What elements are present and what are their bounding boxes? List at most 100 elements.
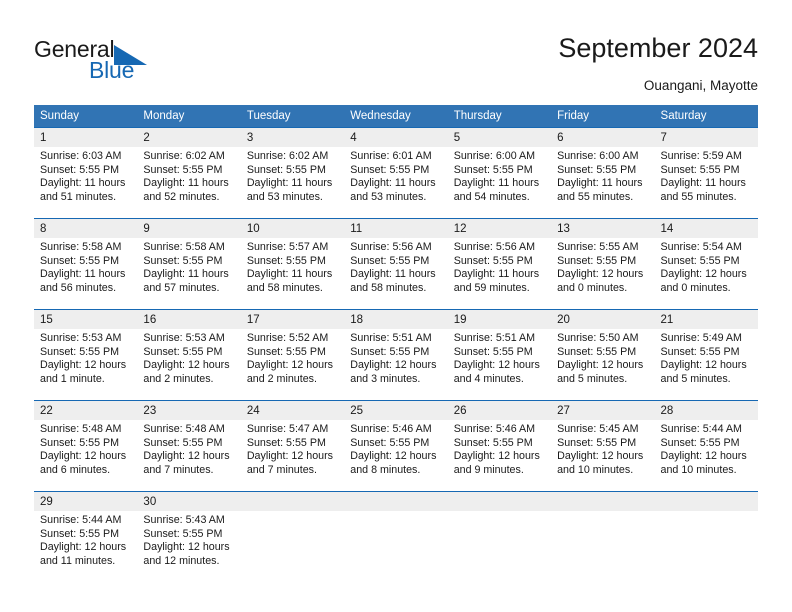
day-number: 18 [344, 310, 448, 329]
sunrise-text: Sunrise: 6:00 AM [453, 150, 536, 162]
sunrise-text: Sunrise: 5:52 AM [246, 332, 329, 344]
daylight-text-line2: and 3 minutes. [350, 372, 421, 385]
sunrise-text: Sunrise: 5:45 AM [557, 423, 639, 435]
calendar-day-cell[interactable]: 19 Sunrise: 5:51 AM Sunset: 5:55 PM Dayl… [447, 309, 552, 394]
day-number: 9 [137, 219, 241, 238]
calendar-day-cell[interactable]: 15 Sunrise: 5:53 AM Sunset: 5:55 PM Dayl… [34, 309, 138, 394]
calendar-day-cell[interactable]: 20 Sunrise: 5:50 AM Sunset: 5:55 PM Dayl… [551, 309, 655, 394]
calendar-day-cell[interactable]: 2 Sunrise: 6:02 AM Sunset: 5:55 PM Dayli… [137, 127, 241, 212]
day-number: 25 [344, 401, 448, 420]
day-details: Sunrise: 5:58 AM Sunset: 5:55 PM Dayligh… [34, 238, 137, 295]
day-number [344, 492, 448, 511]
general-blue-logo[interactable]: General Blue [34, 36, 164, 84]
daylight-text-line2: and 12 minutes. [143, 554, 220, 567]
day-details [551, 511, 654, 514]
daylight-text-line1: Daylight: 11 hours [143, 177, 229, 190]
sunset-text: Sunset: 5:55 PM [143, 527, 223, 540]
calendar-day-cell[interactable]: 22 Sunrise: 5:48 AM Sunset: 5:55 PM Dayl… [34, 400, 138, 485]
daylight-text-line2: and 10 minutes. [660, 463, 737, 476]
day-details: Sunrise: 6:01 AM Sunset: 5:55 PM Dayligh… [344, 147, 447, 204]
day-details: Sunrise: 6:03 AM Sunset: 5:55 PM Dayligh… [34, 147, 137, 204]
calendar-day-cell[interactable]: 18 Sunrise: 5:51 AM Sunset: 5:55 PM Dayl… [344, 309, 448, 394]
sunset-text: Sunset: 5:55 PM [143, 254, 223, 267]
calendar-week-row: 1 Sunrise: 6:03 AM Sunset: 5:55 PM Dayli… [34, 127, 758, 212]
sunrise-text: Sunrise: 5:55 AM [557, 241, 639, 253]
logo-secondary-text: Blue [89, 57, 135, 83]
calendar-day-cell[interactable]: 26 Sunrise: 5:46 AM Sunset: 5:55 PM Dayl… [447, 400, 552, 485]
daylight-text-line1: Daylight: 12 hours [143, 359, 230, 372]
sunset-text: Sunset: 5:55 PM [246, 254, 326, 267]
calendar-day-cell[interactable]: 30 Sunrise: 5:43 AM Sunset: 5:55 PM Dayl… [137, 491, 241, 576]
sunrise-text: Sunrise: 6:02 AM [246, 150, 329, 162]
sunset-text: Sunset: 5:55 PM [246, 163, 326, 176]
calendar-day-cell[interactable]: 8 Sunrise: 5:58 AM Sunset: 5:55 PM Dayli… [34, 218, 138, 303]
sunrise-text: Sunrise: 5:53 AM [40, 332, 122, 344]
sunrise-text: Sunrise: 5:58 AM [40, 241, 122, 253]
page-header: General Blue September 2024 Ouangani, Ma… [0, 0, 792, 100]
calendar-day-cell[interactable]: 5 Sunrise: 6:00 AM Sunset: 5:55 PM Dayli… [447, 127, 552, 212]
calendar-grid: Sunday Monday Tuesday Wednesday Thursday… [34, 105, 758, 576]
calendar-day-cell-empty [447, 491, 552, 576]
sunset-text: Sunset: 5:55 PM [453, 436, 533, 449]
calendar-day-cell[interactable]: 21 Sunrise: 5:49 AM Sunset: 5:55 PM Dayl… [654, 309, 758, 394]
daylight-text-line1: Daylight: 12 hours [660, 450, 747, 463]
calendar-day-cell[interactable]: 17 Sunrise: 5:52 AM Sunset: 5:55 PM Dayl… [240, 309, 345, 394]
day-details: Sunrise: 5:57 AM Sunset: 5:55 PM Dayligh… [241, 238, 344, 295]
calendar-day-cell[interactable]: 6 Sunrise: 6:00 AM Sunset: 5:55 PM Dayli… [551, 127, 655, 212]
day-details: Sunrise: 6:00 AM Sunset: 5:55 PM Dayligh… [551, 147, 654, 204]
daylight-text-line1: Daylight: 12 hours [40, 541, 127, 554]
day-details: Sunrise: 5:56 AM Sunset: 5:55 PM Dayligh… [344, 238, 447, 295]
calendar-day-cell[interactable]: 14 Sunrise: 5:54 AM Sunset: 5:55 PM Dayl… [654, 218, 758, 303]
calendar-day-cell[interactable]: 13 Sunrise: 5:55 AM Sunset: 5:55 PM Dayl… [551, 218, 655, 303]
sunset-text: Sunset: 5:55 PM [660, 345, 740, 358]
calendar-day-cell[interactable]: 23 Sunrise: 5:48 AM Sunset: 5:55 PM Dayl… [137, 400, 241, 485]
sunrise-text: Sunrise: 5:49 AM [660, 332, 742, 344]
daylight-text-line2: and 55 minutes. [557, 190, 634, 203]
day-details: Sunrise: 6:00 AM Sunset: 5:55 PM Dayligh… [448, 147, 551, 204]
daylight-text-line1: Daylight: 12 hours [660, 268, 747, 281]
daylight-text-line1: Daylight: 12 hours [143, 450, 230, 463]
day-details: Sunrise: 5:48 AM Sunset: 5:55 PM Dayligh… [137, 420, 240, 477]
day-number: 3 [240, 128, 345, 147]
daylight-text-line2: and 7 minutes. [143, 463, 214, 476]
daylight-text-line1: Daylight: 11 hours [557, 177, 643, 190]
sunrise-text: Sunrise: 5:46 AM [350, 423, 432, 435]
day-details: Sunrise: 5:54 AM Sunset: 5:55 PM Dayligh… [655, 238, 758, 295]
day-number: 14 [654, 219, 758, 238]
sunset-text: Sunset: 5:55 PM [143, 345, 223, 358]
day-details: Sunrise: 5:46 AM Sunset: 5:55 PM Dayligh… [448, 420, 551, 477]
calendar-day-cell-empty [654, 491, 758, 576]
calendar-day-cell[interactable]: 1 Sunrise: 6:03 AM Sunset: 5:55 PM Dayli… [34, 127, 138, 212]
sunset-text: Sunset: 5:55 PM [660, 254, 740, 267]
calendar-day-cell[interactable]: 29 Sunrise: 5:44 AM Sunset: 5:55 PM Dayl… [34, 491, 138, 576]
calendar-day-cell[interactable]: 7 Sunrise: 5:59 AM Sunset: 5:55 PM Dayli… [654, 127, 758, 212]
day-number: 1 [34, 128, 138, 147]
daylight-text-line2: and 5 minutes. [557, 372, 628, 385]
sunrise-text: Sunrise: 5:59 AM [660, 150, 742, 162]
calendar-day-cell[interactable]: 4 Sunrise: 6:01 AM Sunset: 5:55 PM Dayli… [344, 127, 448, 212]
weekday-header-thursday: Thursday [447, 105, 552, 128]
calendar-day-cell[interactable]: 27 Sunrise: 5:45 AM Sunset: 5:55 PM Dayl… [551, 400, 655, 485]
daylight-text-line2: and 10 minutes. [557, 463, 634, 476]
calendar-day-cell[interactable]: 12 Sunrise: 5:56 AM Sunset: 5:55 PM Dayl… [447, 218, 552, 303]
calendar-day-cell[interactable]: 28 Sunrise: 5:44 AM Sunset: 5:55 PM Dayl… [654, 400, 758, 485]
daylight-text-line1: Daylight: 12 hours [40, 359, 127, 372]
daylight-text-line1: Daylight: 11 hours [660, 177, 746, 190]
calendar-day-cell[interactable]: 3 Sunrise: 6:02 AM Sunset: 5:55 PM Dayli… [240, 127, 345, 212]
calendar-day-cell[interactable]: 11 Sunrise: 5:56 AM Sunset: 5:55 PM Dayl… [344, 218, 448, 303]
sunrise-text: Sunrise: 5:56 AM [453, 241, 536, 253]
calendar-day-cell[interactable]: 16 Sunrise: 5:53 AM Sunset: 5:55 PM Dayl… [137, 309, 241, 394]
calendar-day-cell[interactable]: 25 Sunrise: 5:46 AM Sunset: 5:55 PM Dayl… [344, 400, 448, 485]
sunrise-text: Sunrise: 5:57 AM [246, 241, 329, 253]
calendar-day-cell[interactable]: 9 Sunrise: 5:58 AM Sunset: 5:55 PM Dayli… [137, 218, 241, 303]
daylight-text-line2: and 0 minutes. [660, 281, 731, 294]
sunrise-text: Sunrise: 5:43 AM [143, 514, 225, 526]
calendar-day-cell[interactable]: 24 Sunrise: 5:47 AM Sunset: 5:55 PM Dayl… [240, 400, 345, 485]
sunset-text: Sunset: 5:55 PM [350, 254, 430, 267]
calendar-day-cell[interactable]: 10 Sunrise: 5:57 AM Sunset: 5:55 PM Dayl… [240, 218, 345, 303]
day-number: 16 [137, 310, 241, 329]
page-subtitle-location: Ouangani, Mayotte [643, 78, 758, 93]
day-number: 6 [551, 128, 655, 147]
day-number: 27 [551, 401, 655, 420]
sunrise-text: Sunrise: 6:01 AM [350, 150, 432, 162]
